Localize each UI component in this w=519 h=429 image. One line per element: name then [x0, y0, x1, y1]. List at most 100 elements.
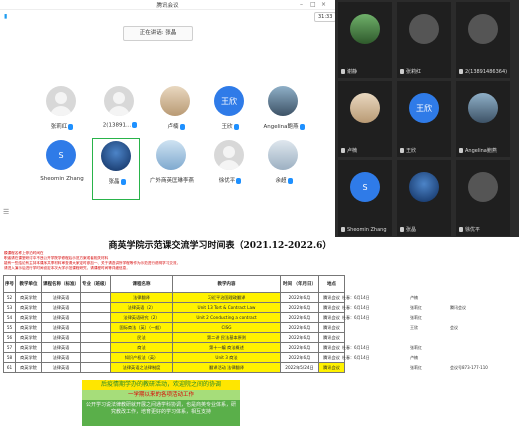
participant-name: 广外商英匡琳李燕 [149, 178, 194, 184]
table-cell[interactable]: 知识产权法（英） [110, 352, 173, 363]
participant-name: Angelina鲍燕 [465, 148, 497, 154]
table-cell[interactable]: 法律英语 [41, 352, 81, 363]
table-cell[interactable]: 腾讯会议 [318, 302, 345, 313]
table-cell[interactable]: 法律英语 [41, 342, 81, 353]
close-button[interactable]: × [321, 1, 326, 8]
table-cell[interactable]: 商英学院 [15, 292, 42, 303]
table-cell[interactable]: 法律英语 [41, 362, 81, 373]
table-cell[interactable]: 商英学院 [15, 322, 42, 333]
video-tile[interactable]: 徐优平 [456, 160, 510, 236]
table-cell[interactable]: 法律英语 [41, 302, 81, 313]
table-cell[interactable]: 腾讯会议 [318, 352, 345, 363]
table-cell[interactable]: 54 [3, 312, 16, 323]
table-cell[interactable]: 法律英语 [41, 332, 81, 343]
table-cell[interactable] [80, 332, 111, 343]
table-cell[interactable]: 2022年6月 [280, 342, 319, 353]
participant-tile[interactable]: Angelina鲍燕 [260, 84, 308, 146]
table-cell[interactable]: 国际商法（英）（一般） [110, 322, 173, 333]
table-cell[interactable]: 法律英语（2） [110, 302, 173, 313]
participant-tile[interactable]: 王欣 王欣 [206, 84, 254, 146]
avatar [468, 93, 498, 123]
video-tile[interactable]: 2(13891486364) [456, 2, 510, 78]
participant-tile[interactable]: S Sheomin Zhang [38, 138, 86, 200]
table-cell[interactable]: 2022年5/24日 [280, 362, 319, 373]
table-cell[interactable] [80, 312, 111, 323]
participant-tile[interactable]: 余超 [260, 138, 308, 200]
avatar [468, 14, 498, 44]
table-cell[interactable]: 腾讯会议 [318, 292, 345, 303]
table-cell[interactable]: 腾讯会议 [318, 342, 345, 353]
participant-tile[interactable]: 卢楠 [152, 84, 200, 146]
video-tile[interactable]: 张晶 [397, 160, 451, 236]
participant-tile[interactable]: 张莉红 [38, 84, 86, 146]
window-title: 腾讯会议 [156, 3, 179, 9]
table-cell[interactable] [80, 352, 111, 363]
participant-tile[interactable]: 广外商英匡琳李燕 [148, 138, 196, 200]
table-cell[interactable]: 2022年6月 [280, 292, 319, 303]
table-cell[interactable]: Unit 2 Conducting a contract [172, 312, 281, 323]
menu-icon[interactable]: ☰ [3, 208, 9, 216]
table-cell[interactable]: 2022年6月 [280, 332, 319, 343]
sheet-note: 能有一些结论有主持本课序共享材料审查请大家定时参加一、关于请选讲所学程等作为示范… [4, 261, 181, 265]
sheet-note: 职者请在课堂研讨中不违公开学院学修程后示范方案或者相关材料 [4, 256, 109, 260]
table-cell[interactable]: 法律英语 [41, 312, 81, 323]
video-tile[interactable]: 王欣 王欣 [397, 81, 451, 157]
table-cell[interactable]: 55 [3, 322, 16, 333]
table-cell[interactable]: 商英学院 [15, 352, 42, 363]
table-cell[interactable]: 商英学院 [15, 332, 42, 343]
participant-tile-active-speaker[interactable]: 张晶 [92, 138, 140, 200]
table-cell[interactable]: 腾讯会议 [318, 362, 345, 373]
table-cell[interactable] [80, 302, 111, 313]
table-cell[interactable]: 法律英语研究（2） [110, 312, 173, 323]
table-cell[interactable]: 61 [3, 362, 16, 373]
table-cell[interactable]: 56 [3, 332, 16, 343]
table-cell[interactable]: 2022年6月 [280, 322, 319, 333]
table-cell[interactable]: 2022年6月 [280, 302, 319, 313]
minimize-button[interactable]: – [300, 1, 303, 8]
table-cell[interactable]: 商英学院 [15, 302, 42, 313]
table-cell[interactable]: 法律英语 [41, 322, 81, 333]
table-cell[interactable]: 腾讯会议 [318, 322, 345, 333]
table-cell[interactable]: 57 [3, 342, 16, 353]
mic-icon [287, 177, 293, 184]
column-header: 课程名称（标准） [41, 275, 81, 293]
table-cell[interactable]: 民法 [110, 332, 173, 343]
table-cell[interactable]: 商英学院 [15, 312, 42, 323]
table-cell[interactable] [80, 292, 111, 303]
video-tile[interactable]: 谢静 [338, 2, 392, 78]
table-cell[interactable]: 2022年6月 [280, 352, 319, 363]
table-cell[interactable]: 52 [3, 292, 16, 303]
mic-icon [459, 148, 463, 153]
table-cell[interactable]: 商法 [110, 342, 173, 353]
video-tile[interactable]: S Sheomin Zhang [338, 160, 392, 236]
table-cell[interactable]: 腾讯会议 [318, 332, 345, 343]
table-cell[interactable]: 腾讯会议 [318, 312, 345, 323]
video-tile[interactable]: 卢楠 [338, 81, 392, 157]
participant-tile[interactable]: 2(13891... [96, 84, 144, 146]
participant-tile[interactable]: 徐优平 [206, 138, 254, 200]
table-cell[interactable] [80, 342, 111, 353]
table-cell[interactable]: 习近平治国理政翻译 [172, 292, 281, 303]
table-cell[interactable]: Unit 13 Tort & Contract Law [172, 302, 281, 313]
table-cell[interactable]: 第十一编 商法概述 [172, 342, 281, 353]
table-cell[interactable]: CISG [172, 322, 281, 333]
video-tile[interactable]: Angelina鲍燕 [456, 81, 510, 157]
table-cell[interactable]: 58 [3, 352, 16, 363]
table-cell[interactable]: 2022年6月 [280, 312, 319, 323]
table-row: 54 商英学院 法律英语 法律英语研究（2） Unit 2 Conducting a c… [3, 312, 345, 323]
table-cell[interactable]: 翻译活动 法律翻译 [172, 362, 281, 373]
table-cell[interactable] [80, 322, 111, 333]
table-cell[interactable]: 53 [3, 302, 16, 313]
table-cell[interactable]: 商英学院 [15, 342, 42, 353]
table-cell[interactable]: 第二讲 民法基本原则 [172, 332, 281, 343]
table-cell[interactable]: 商英学院 [15, 362, 42, 373]
table-cell[interactable] [80, 362, 111, 373]
table-cell[interactable]: 法律英语之法律制度 [110, 362, 173, 373]
table-cell[interactable]: 法律翻译 [110, 292, 173, 303]
table-cell[interactable]: Unit 3 商法 [172, 352, 281, 363]
avatar: S [46, 140, 76, 170]
table-cell[interactable]: 法律英语 [41, 292, 81, 303]
video-tile[interactable]: 张莉红 [397, 2, 451, 78]
maximize-button[interactable]: □ [310, 1, 316, 8]
participant-name: 卢楠 [347, 148, 358, 154]
